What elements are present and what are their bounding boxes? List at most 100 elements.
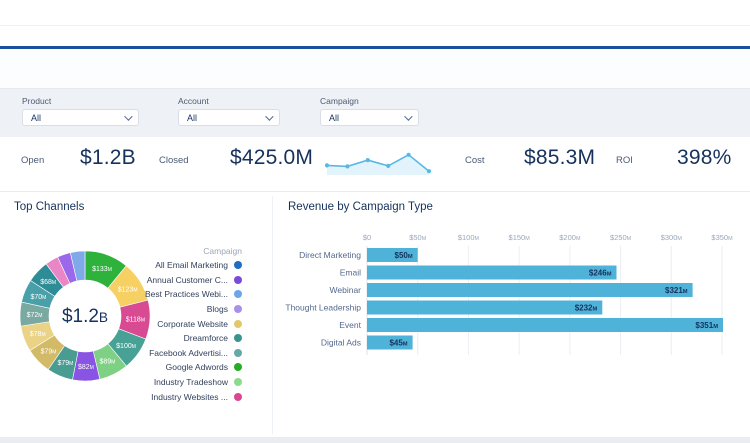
kpi-open-value: $1.2B [80,146,136,170]
donut-segment-label: $89M [99,359,115,366]
legend-swatch [234,290,242,298]
campaign-legend-items: All Email Marketing Annual Customer C... B… [118,258,242,404]
campaign-select[interactable]: All [320,109,419,126]
donut-segment-label: $72M [27,312,43,319]
legend-title: Campaign [118,244,242,258]
sparkline-point [325,163,329,167]
product-select[interactable]: All [22,109,139,126]
revenue-bar-chart[interactable]: $0$50M$100M$150M$200M$250M$300M$350MDire… [283,226,743,371]
legend-swatch [234,393,242,401]
filter-campaign-label: Campaign [320,96,419,106]
kpi-cost-label: Cost [465,155,485,166]
legend-item[interactable]: Best Practices Webi... [118,287,242,302]
filter-product: Product All [22,96,139,126]
bar[interactable] [367,318,723,332]
subheader-band: Data u [0,49,750,88]
legend-item[interactable]: Facebook Advertisi... [118,346,242,361]
bar-category-label: Event [339,320,361,330]
bar-category-label: Thought Leadership [285,303,361,313]
legend-swatch [234,320,242,328]
kpi-open-label: Open [21,155,44,166]
legend-swatch [234,349,242,357]
legend-item-label: Blogs [207,304,228,314]
donut-segment-label: $68M [40,279,56,286]
bar-category-label: Direct Marketing [299,250,361,260]
sparkline-point [407,153,411,157]
legend-item[interactable]: Dreamforce [118,331,242,346]
filter-product-label: Product [22,96,139,106]
legend-item[interactable]: Industry Websites ... [118,389,242,404]
account-select-value: All [187,113,197,123]
legend-item-label: Annual Customer C... [147,275,228,285]
donut-segment-label: $79M [41,348,57,355]
account-select[interactable]: All [178,109,280,126]
legend-item-label: Industry Websites ... [151,392,228,402]
top-channels-title: Top Channels [14,201,84,213]
sparkline-point [366,158,370,162]
filter-account-label: Account [178,96,280,106]
donut-segment-label: $70M [30,294,46,301]
donut-segment-label: $82M [78,364,94,371]
product-select-value: All [31,113,41,123]
x-tick-label: $250M [610,233,632,242]
x-tick-label: $50M [409,233,427,242]
sparkline-point [386,164,390,168]
panel-divider [272,196,273,434]
kpi-closed-value: $425.0M [230,146,313,170]
sparkline-area [327,155,429,175]
legend-swatch [234,261,242,269]
header-band [0,26,750,46]
kpi-roi-label: ROI [616,155,633,166]
sparkline-point [345,164,349,168]
sparkline-point [427,169,431,173]
x-tick-label: $0 [363,233,371,242]
chevron-down-icon [124,112,132,120]
legend-item[interactable]: Google Adwords [118,360,242,375]
bar[interactable] [367,283,693,297]
legend-item-label: Facebook Advertisi... [149,348,228,358]
legend-item[interactable]: Blogs [118,302,242,317]
footer-strip [0,437,750,443]
legend-item-label: Corporate Website [157,319,228,329]
legend-swatch [234,276,242,284]
campaign-legend: Campaign All Email Marketing Annual Custo… [118,244,242,404]
donut-segment-label: $79M [57,360,73,367]
bar-chart-svg: $0$50M$100M$150M$200M$250M$300M$350MDire… [283,226,743,366]
x-tick-label: $100M [458,233,480,242]
bar-category-label: Webinar [330,285,362,295]
donut-center-value: $1.2B [62,306,108,327]
filter-account: Account All [178,96,280,126]
legend-item-label: All Email Marketing [155,260,228,270]
kpi-sparkline [322,146,434,180]
x-tick-label: $300M [661,233,683,242]
legend-item-label: Best Practices Webi... [145,289,228,299]
kpi-bar: Open $1.2B Closed $425.0M Cost $85.3M RO… [0,137,750,192]
legend-swatch [234,363,242,371]
bar[interactable] [367,301,602,315]
legend-item-label: Google Adwords [166,362,228,372]
legend-item[interactable]: Annual Customer C... [118,273,242,288]
legend-swatch [234,334,242,342]
legend-swatch [234,305,242,313]
chevron-down-icon [265,112,273,120]
filter-bar: Product All Account All Campaign All [0,88,750,138]
legend-item[interactable]: Industry Tradeshow [118,375,242,390]
donut-segment-label: $78M [30,331,46,338]
chevron-down-icon [404,112,412,120]
bar[interactable] [367,266,617,280]
x-tick-label: $150M [509,233,531,242]
donut-segment-label: $133M [92,266,112,273]
bar-category-label: Email [340,268,361,278]
legend-item-label: Dreamforce [184,333,228,343]
legend-item[interactable]: Corporate Website [118,316,242,331]
campaign-select-value: All [329,113,339,123]
legend-swatch [234,378,242,386]
bar-category-label: Digital Ads [321,338,361,348]
dashboard-screen: Data u Product All Account All Campaign … [0,0,750,443]
revenue-chart-title: Revenue by Campaign Type [288,201,433,213]
kpi-closed-label: Closed [159,155,189,166]
kpi-roi-value: 398% [677,146,732,170]
legend-item[interactable]: All Email Marketing [118,258,242,273]
x-tick-label: $350M [711,233,733,242]
filter-campaign: Campaign All [320,96,419,126]
